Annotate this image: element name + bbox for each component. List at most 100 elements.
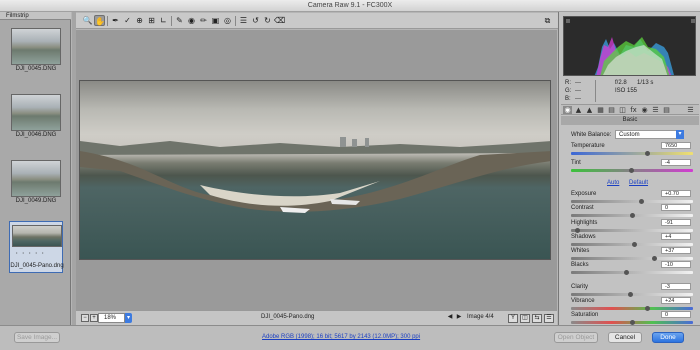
view-split-icon[interactable]: ⇆ (532, 314, 542, 323)
rotate-ccw-icon[interactable]: ↺ (250, 15, 261, 26)
thumbnail-image (12, 225, 62, 247)
targeted-adjustment-tool-icon[interactable]: ⊕ (134, 15, 145, 26)
red-eye-tool-icon[interactable]: ◉ (186, 15, 197, 26)
color-sampler-tool-icon[interactable]: ✓ (122, 15, 133, 26)
slider-value[interactable]: 0 (661, 204, 691, 211)
slider-value[interactable]: +37 (661, 247, 691, 254)
image-counter: Image 4/4 (467, 314, 494, 320)
slider-value[interactable]: -3 (661, 283, 691, 290)
slider-value[interactable]: +4 (661, 233, 691, 240)
tab-fx-icon[interactable]: fx (629, 106, 638, 114)
slider-thumb[interactable] (644, 151, 650, 156)
tab-lens-icon[interactable]: ◫ (618, 106, 627, 114)
tab-basic-icon[interactable]: ◉ (563, 106, 572, 114)
white-balance-dropdown-icon[interactable]: ▾ (676, 130, 684, 139)
filmstrip-item[interactable]: DJI_0046.DNG (9, 94, 63, 138)
exposure-slider[interactable] (571, 199, 693, 204)
tab-snapshots-icon[interactable]: ▤ (662, 106, 671, 114)
filmstrip-item[interactable]: DJI_0045.DNG (9, 28, 63, 72)
thumbnail-image (11, 28, 61, 65)
tab-hsl-icon[interactable]: ▦ (596, 106, 605, 114)
slider-label: Exposure (571, 191, 597, 197)
slider-thumb[interactable] (632, 242, 638, 247)
r-label: R: (565, 80, 571, 86)
graduated-filter-tool-icon[interactable]: ▣ (210, 15, 221, 26)
filmstrip-header: Filmstrip (0, 12, 71, 20)
slider-thumb[interactable] (630, 213, 635, 218)
slider-value[interactable]: +24 (661, 297, 691, 304)
slider-thumb[interactable] (575, 228, 581, 233)
workflow-options-link[interactable]: Adobe RGB (1998); 16 bit; 5617 by 2143 (… (262, 334, 420, 340)
vibrance-slider[interactable] (571, 306, 693, 311)
zoom-in-button[interactable]: + (90, 314, 98, 322)
slider-thumb[interactable] (623, 270, 629, 275)
slider-label: Temperature (571, 143, 605, 149)
rating-stars[interactable]: • • • • • (16, 250, 45, 255)
filmstrip-item-label: DJI_0046.DNG (15, 132, 57, 138)
straighten-tool-icon[interactable]: ∟ (158, 15, 169, 26)
tint-slider[interactable] (571, 168, 693, 173)
highlights-slider[interactable] (571, 228, 693, 233)
clarity-slider[interactable] (571, 292, 693, 297)
slider-value[interactable]: -4 (661, 159, 691, 166)
radial-filter-tool-icon[interactable]: ◎ (222, 15, 233, 26)
white-balance-tool-icon[interactable]: ✒ (110, 15, 121, 26)
slider-value[interactable]: +0.70 (661, 190, 691, 197)
open-object-button[interactable]: Open Object (554, 332, 598, 343)
whites-slider[interactable] (571, 256, 693, 261)
preview-image[interactable] (79, 80, 551, 260)
zoom-out-button[interactable]: − (81, 314, 89, 322)
slider-label: Highlights (571, 220, 598, 226)
trash-icon[interactable]: ⌫ (274, 15, 285, 26)
rotate-cw-icon[interactable]: ↻ (262, 15, 273, 26)
toolbar-divider (171, 16, 172, 26)
slider-label: Vibrance (571, 298, 595, 304)
slider-value[interactable]: 0 (661, 311, 691, 318)
white-balance-select[interactable]: Custom (615, 130, 683, 139)
slider-value[interactable]: -91 (661, 219, 691, 226)
adjustment-brush-tool-icon[interactable]: ✏ (198, 15, 209, 26)
crop-tool-icon[interactable]: ⊞ (146, 15, 157, 26)
slider-thumb[interactable] (628, 168, 634, 173)
prev-image-icon[interactable]: ◀ (446, 314, 454, 322)
slider-value[interactable]: -10 (661, 261, 691, 268)
filmstrip-item-label: DJI_0045-Pano.dng (10, 263, 64, 269)
shadows-slider[interactable] (571, 242, 693, 247)
settings-list-icon[interactable]: ☰ (544, 314, 554, 323)
next-image-icon[interactable]: ▶ (455, 314, 463, 322)
save-image-button[interactable]: Save Image... (14, 332, 60, 343)
hand-tool-icon[interactable]: ✋ (94, 15, 105, 26)
tab-tone-curve-icon[interactable]: ▲ (574, 106, 583, 114)
filmstrip-item-selected[interactable]: • • • • • DJI_0045-Pano.dng (9, 221, 64, 273)
done-button[interactable]: Done (652, 332, 684, 343)
slider-thumb[interactable] (644, 306, 650, 311)
zoom-dropdown-icon[interactable]: ▾ (125, 313, 132, 323)
default-link[interactable]: Default (629, 180, 648, 186)
tab-split-toning-icon[interactable]: ▤ (607, 106, 616, 114)
temperature-slider[interactable] (571, 151, 693, 156)
tab-camera-calibration-icon[interactable]: ◉ (640, 106, 649, 114)
slider-thumb[interactable] (651, 256, 657, 261)
slider-value[interactable]: 7650 (661, 142, 691, 149)
panel-menu-icon[interactable]: ☰ (686, 106, 695, 114)
thumbnail-image (11, 160, 61, 197)
slider-thumb[interactable] (638, 199, 644, 204)
auto-link[interactable]: Auto (607, 180, 619, 186)
preferences-icon[interactable]: ☰ (238, 15, 249, 26)
zoom-level-field[interactable]: 18% (98, 313, 125, 323)
toolbar-divider (107, 16, 108, 26)
filmstrip-item[interactable]: DJI_0049.DNG (9, 160, 63, 204)
view-before-after-icon[interactable]: ◫ (520, 314, 530, 323)
view-y-icon[interactable]: Y (508, 314, 518, 323)
cancel-button[interactable]: Cancel (608, 332, 642, 343)
contrast-slider[interactable] (571, 213, 693, 218)
blacks-slider[interactable] (571, 270, 693, 275)
slider-thumb[interactable] (627, 292, 633, 297)
tab-detail-icon[interactable]: ▲ (585, 106, 594, 114)
tab-presets-icon[interactable]: ☰ (651, 106, 660, 114)
fullscreen-icon[interactable]: ⧉ (542, 15, 553, 26)
window-title: Camera Raw 9.1 - FC300X (0, 0, 700, 12)
zoom-tool-icon[interactable]: 🔍 (82, 15, 93, 26)
saturation-slider[interactable] (571, 320, 693, 325)
spot-removal-tool-icon[interactable]: ✎ (174, 15, 185, 26)
